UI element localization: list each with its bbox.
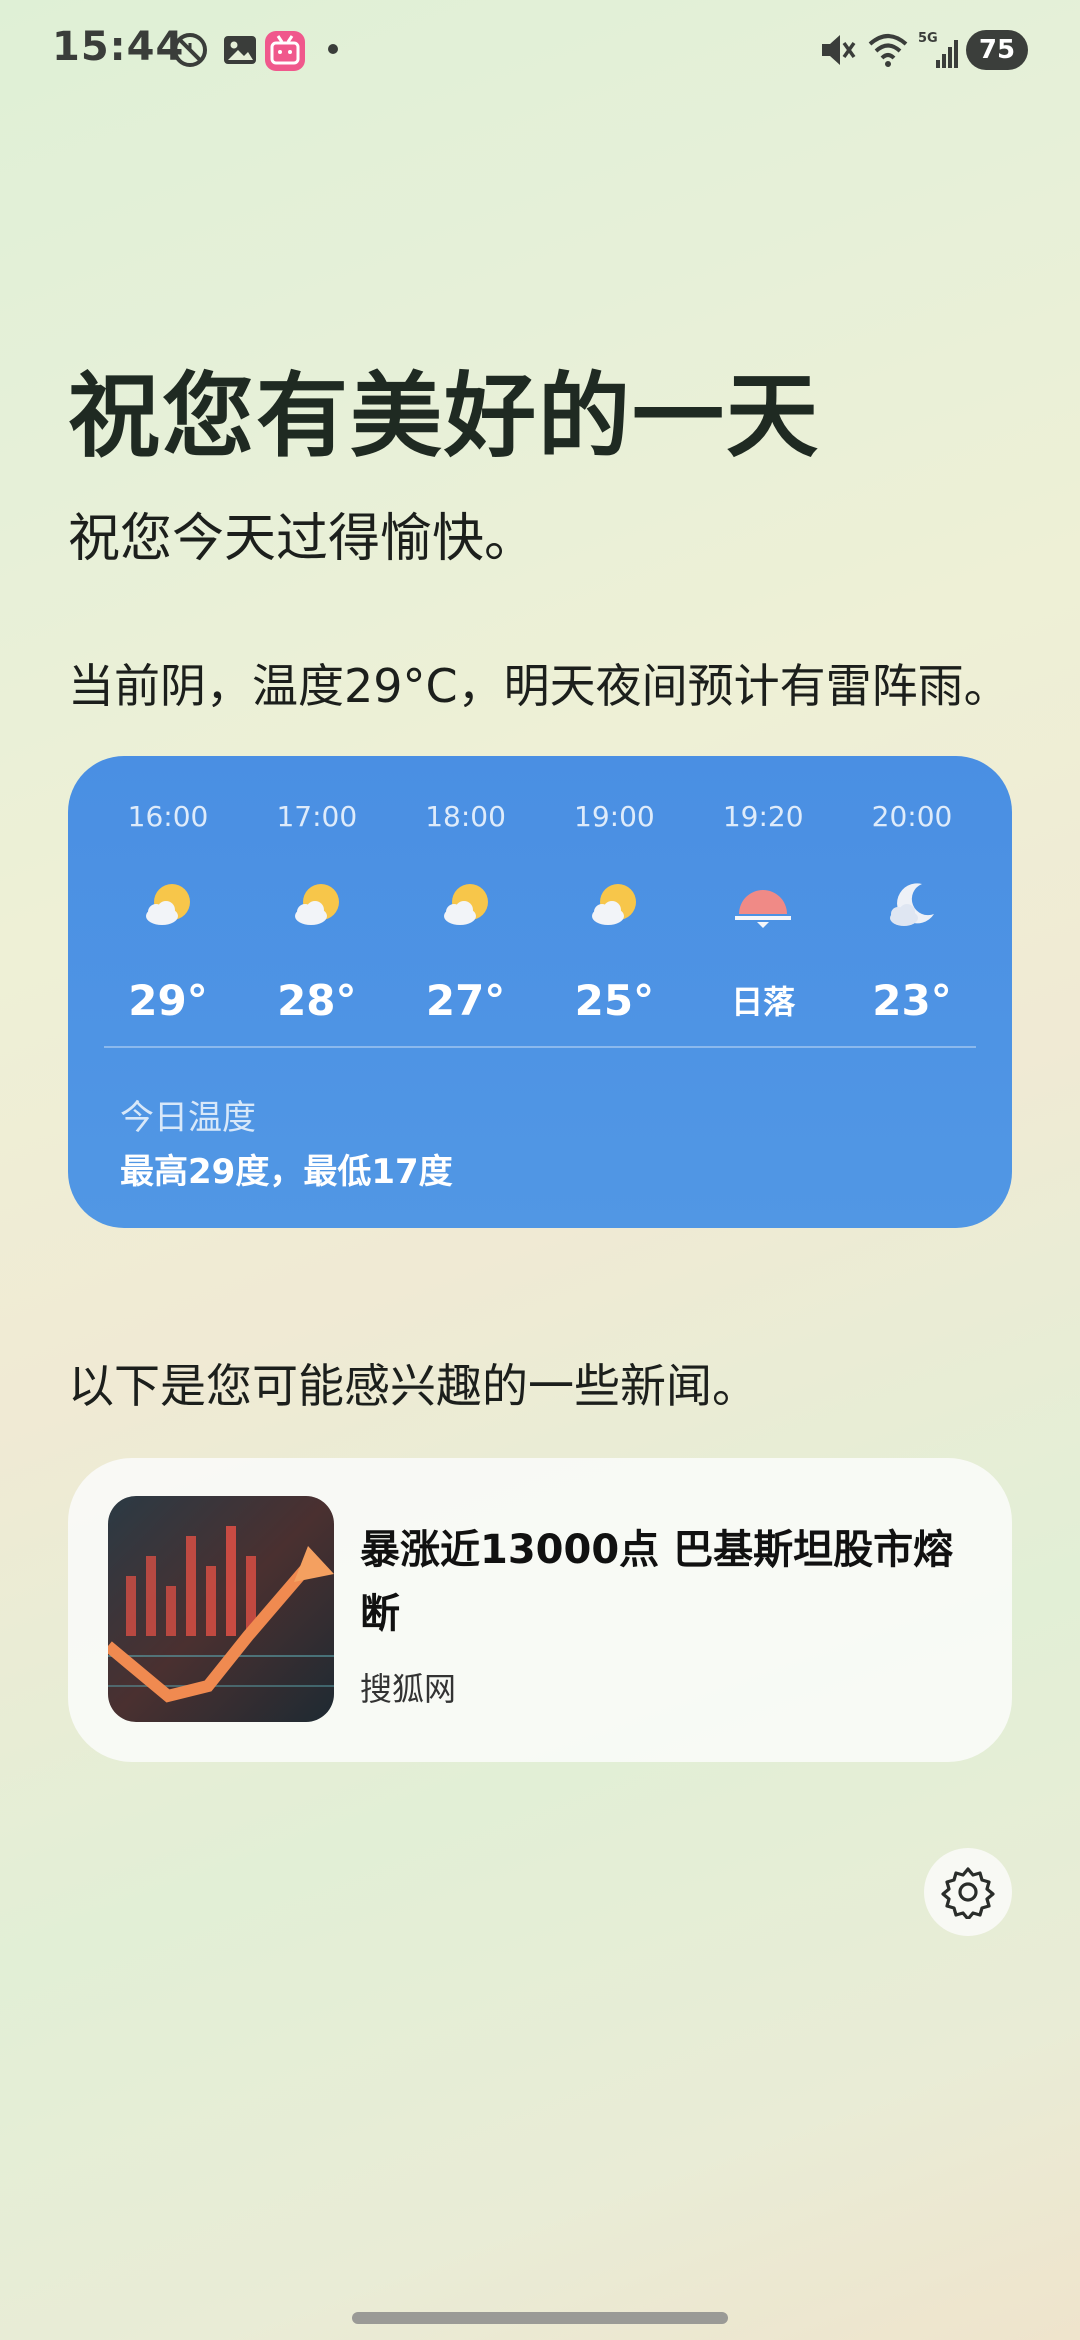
- card-divider: [104, 1046, 976, 1048]
- partly-cloudy-icon: [294, 884, 339, 925]
- partly-cloudy-icon: [146, 884, 190, 925]
- bilibili-icon: [265, 31, 305, 71]
- wifi-icon: [868, 34, 908, 67]
- gear-icon: [941, 1867, 995, 1919]
- weather-summary: 当前阴，温度29°C，明天夜间预计有雷阵雨。: [68, 659, 1010, 713]
- news-intro: 以下是您可能感兴趣的一些新闻。: [68, 1359, 758, 1413]
- forecast-temp: 27°: [425, 975, 506, 1025]
- news-source: 搜狐网: [360, 1670, 457, 1708]
- weather-card[interactable]: 16:00 29° 17:00 28° 18:00 27° 19:00 25° …: [68, 756, 1012, 1228]
- forecast-time: 16:00: [127, 800, 209, 833]
- mute-icon: [822, 35, 856, 65]
- today-temp-label: 今日温度: [120, 1098, 256, 1138]
- greeting-subtitle: 祝您今天过得愉快。: [68, 509, 537, 569]
- 5g-signal-icon: 5G: [918, 31, 958, 68]
- network-label: 5G: [918, 31, 938, 46]
- forecast-time: 20:00: [871, 800, 953, 833]
- forecast-time: 17:00: [276, 800, 358, 833]
- today-temp-range: 最高29度，最低17度: [120, 1152, 453, 1192]
- no-alarm-icon: [173, 33, 207, 67]
- battery-level: 75: [978, 35, 1016, 65]
- cloudy-night-icon: [889, 883, 934, 926]
- settings-button[interactable]: [924, 1848, 1012, 1936]
- status-bar: 15:44 5G 75: [0, 0, 1080, 100]
- forecast-hour: 20:00 23°: [852, 800, 972, 1028]
- forecast-temp: 28°: [277, 975, 357, 1025]
- news-card[interactable]: 暴涨近13000点 巴基斯坦股市熔断 搜狐网: [68, 1458, 1012, 1762]
- forecast-hour: 19:20 日落: [703, 800, 823, 1028]
- forecast-hour: 17:00 28°: [257, 800, 377, 1028]
- forecast-time: 19:00: [574, 800, 655, 833]
- partly-cloudy-icon: [443, 884, 488, 925]
- gallery-icon: [224, 36, 256, 64]
- forecast-temp: 29°: [128, 975, 208, 1025]
- forecast-temp: 23°: [872, 975, 952, 1025]
- sunset-icon: [735, 890, 792, 928]
- forecast-temp: 25°: [574, 975, 655, 1025]
- greeting-title: 祝您有美好的一天: [68, 363, 821, 470]
- forecast-hour: 19:00 25°: [554, 800, 674, 1028]
- news-thumbnail: [108, 1496, 334, 1722]
- partly-cloudy-icon: [592, 884, 637, 925]
- forecast-time: 18:00: [425, 800, 506, 833]
- forecast-time: 19:20: [722, 800, 804, 833]
- news-title[interactable]: 暴涨近13000点 巴基斯坦股市熔断: [360, 1518, 980, 1646]
- hourly-forecast: 16:00 29° 17:00 28° 18:00 27° 19:00 25° …: [108, 800, 972, 1028]
- dot-icon: [328, 44, 338, 54]
- home-indicator[interactable]: [352, 2312, 728, 2324]
- forecast-hour: 16:00 29°: [108, 800, 228, 1028]
- battery-indicator: 75: [966, 30, 1028, 70]
- forecast-hour: 18:00 27°: [406, 800, 526, 1028]
- status-time: 15:44: [52, 24, 185, 70]
- forecast-temp: 日落: [731, 983, 796, 1021]
